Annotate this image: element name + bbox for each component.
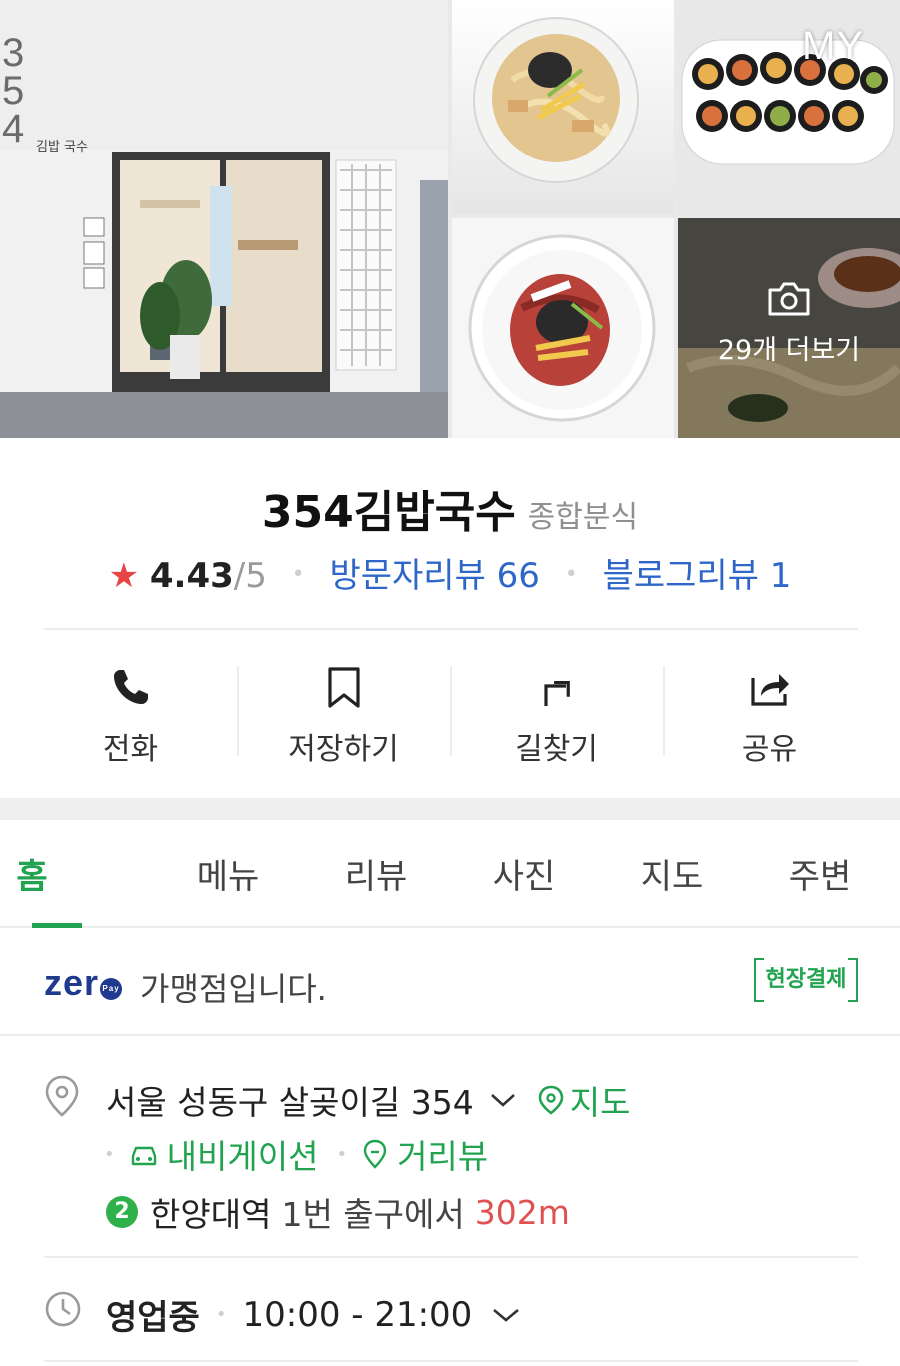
map-pin-icon <box>538 1085 564 1115</box>
photo-storefront[interactable]: 3 5 4 김밥 국수 <box>0 0 448 438</box>
call-button[interactable]: 전화 <box>24 630 237 798</box>
subway-info: 2 한양대역 1번 출구에서 302m <box>106 1188 570 1236</box>
directions-label: 길찾기 <box>515 732 598 767</box>
more-photos-label: 29개 더보기 <box>717 334 861 366</box>
tab-menu-label: 메뉴 <box>196 856 260 897</box>
tab-home[interactable]: 홈 <box>6 820 154 928</box>
station-distance: 302m <box>474 1192 570 1232</box>
share-label: 공유 <box>741 732 798 767</box>
divider <box>44 1360 858 1362</box>
separator-dot: • <box>291 562 305 587</box>
tab-review-label: 리뷰 <box>344 856 408 897</box>
my-label[interactable]: MY <box>802 24 864 69</box>
save-label: 저장하기 <box>288 732 399 767</box>
blog-reviews-link[interactable]: 블로그리뷰 1 <box>603 556 792 596</box>
phone-icon <box>113 670 148 704</box>
business-hours-row[interactable]: 영업중 • 10:00 - 21:00 <box>0 1258 900 1366</box>
photo-gallery: 3 5 4 김밥 국수 MY 29개 더보기 <box>0 0 900 438</box>
storefront-illustration <box>0 0 448 438</box>
navigation-link[interactable]: 내비게이션 <box>129 1130 319 1178</box>
tab-map[interactable]: 지도 <box>598 820 746 926</box>
call-label: 전화 <box>102 732 159 767</box>
tab-photo-label: 사진 <box>492 856 556 897</box>
open-status: 영업중 <box>106 1298 200 1338</box>
tab-home-label: 홈 <box>16 856 48 897</box>
onsite-payment-badge: 현장결제 <box>754 958 858 1002</box>
map-link-label: 지도 <box>569 1083 631 1122</box>
navigation-label: 내비게이션 <box>166 1137 319 1176</box>
address-text: 서울 성동구 살곶이길 354 <box>106 1083 474 1122</box>
zeropay-text: 가맹점입니다. <box>140 970 327 1008</box>
zeropay-logo: zer Pay <box>44 962 123 1004</box>
subway-line-badge: 2 <box>106 1196 138 1228</box>
hours-line: 영업중 • 10:00 - 21:00 <box>106 1290 520 1339</box>
share-button[interactable]: 공유 <box>663 630 876 798</box>
street-view-label: 거리뷰 <box>397 1137 489 1176</box>
tab-nearby[interactable]: 주변 <box>746 820 894 926</box>
separator-dot: • <box>215 1304 227 1325</box>
chevron-down-icon[interactable] <box>492 1307 520 1323</box>
zeropay-logo-badge: Pay <box>100 978 123 1000</box>
photo-more[interactable]: 29개 더보기 <box>678 218 900 438</box>
share-icon <box>750 674 789 706</box>
star-icon: ★ <box>108 556 140 596</box>
noodle-soup-illustration <box>473 17 639 183</box>
camera-icon <box>768 282 810 315</box>
save-button[interactable]: 저장하기 <box>237 630 450 798</box>
place-category: 종합분식 <box>527 500 639 535</box>
bibim-noodle-illustration <box>468 234 656 422</box>
station-name: 한양대역 <box>150 1195 272 1234</box>
street-view-link[interactable]: 거리뷰 <box>361 1130 488 1178</box>
section-gap <box>0 798 900 820</box>
address-section: 서울 성동구 살곶이길 354 지도 • 내비게이션 • 거리뷰 2 한양대역 … <box>0 1036 900 1258</box>
tab-menu[interactable]: 메뉴 <box>154 820 302 926</box>
address-line: 서울 성동구 살곶이길 354 지도 <box>106 1076 630 1124</box>
clock-icon <box>45 1291 81 1327</box>
station-exit: 1번 출구에서 <box>281 1195 465 1234</box>
place-name: 354김밥국수 <box>261 487 516 538</box>
zeropay-row: zer Pay 가맹점입니다. 현장결제 <box>0 928 900 1036</box>
rating-value: 4.43 <box>149 556 234 596</box>
street-view-icon <box>363 1139 387 1169</box>
chevron-down-icon[interactable] <box>490 1092 516 1108</box>
directions-button[interactable]: 길찾기 <box>450 630 663 798</box>
address-links: • 내비게이션 • 거리뷰 <box>104 1130 488 1178</box>
tab-bar: 홈 메뉴 리뷰 사진 지도 주변 <box>0 820 900 928</box>
separator-dot: • <box>336 1143 348 1165</box>
map-link[interactable]: 지도 <box>538 1076 631 1124</box>
tab-nearby-label: 주변 <box>788 856 852 897</box>
place-title-row: 354김밥국수 종합분식 <box>0 476 900 540</box>
rating-row: ★ 4.43/5 • 방문자리뷰 66 • 블로그리뷰 1 <box>0 548 900 597</box>
visitor-reviews-link[interactable]: 방문자리뷰 66 <box>329 556 539 596</box>
bookmark-icon <box>327 667 360 708</box>
location-pin-icon <box>45 1075 79 1117</box>
tab-photo[interactable]: 사진 <box>450 820 598 926</box>
photo-gimbap[interactable]: MY <box>678 0 900 214</box>
storefront-sign: 김밥 국수 <box>36 140 88 155</box>
tab-map-label: 지도 <box>640 856 704 897</box>
separator-dot: • <box>104 1143 115 1165</box>
more-photos-overlay[interactable]: 29개 더보기 <box>678 218 900 438</box>
tab-review[interactable]: 리뷰 <box>302 820 450 926</box>
opening-hours: 10:00 - 21:00 <box>242 1294 473 1335</box>
car-icon <box>131 1146 156 1166</box>
photo-noodle-soup[interactable] <box>452 0 674 214</box>
directions-icon <box>543 680 570 706</box>
rating-max: /5 <box>233 556 267 596</box>
photo-bibim-noodle[interactable] <box>452 218 674 438</box>
gimbap-illustration <box>678 0 900 214</box>
separator-dot: • <box>564 562 578 587</box>
zeropay-logo-text: zer <box>44 962 100 1003</box>
action-bar: 전화 저장하기 길찾기 공유 <box>24 630 876 798</box>
storefront-number: 3 5 4 <box>2 31 25 151</box>
